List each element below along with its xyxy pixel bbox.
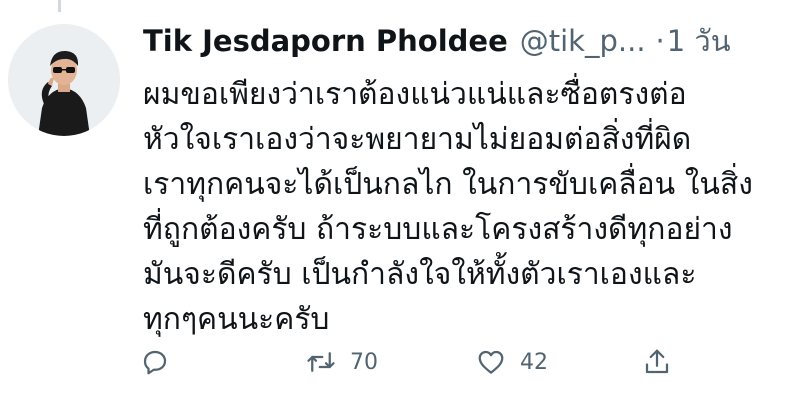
like-count: 42 bbox=[520, 349, 548, 375]
share-icon bbox=[642, 347, 672, 377]
tweet-text-line: มันจะดีครับ เป็นกำลังใจให้ทั้งตัวเราเองแ… bbox=[143, 257, 697, 292]
tweet-text-line: เราทุกคนจะได้เป็นกลไก ในการขับเคลื่อน ใน… bbox=[143, 167, 753, 202]
author-display-name[interactable]: Tik Jesdaporn Pholdee bbox=[143, 24, 508, 58]
retweet-button[interactable]: 70 bbox=[306, 340, 378, 384]
tweet-actions-bar: 70 42 bbox=[130, 340, 690, 384]
tweet-timestamp[interactable]: 1 วัน bbox=[667, 18, 731, 64]
tweet-text-line: ทุกๆคนนะครับ bbox=[143, 302, 330, 337]
tweet-text-line: ผมขอเพียงว่าเราต้องแน่วแน่และซื่อตรงต่อ bbox=[143, 77, 687, 112]
tweet[interactable]: Tik Jesdaporn Pholdee @tik_p... · 1 วัน … bbox=[0, 0, 800, 400]
retweet-count: 70 bbox=[350, 349, 378, 375]
avatar[interactable] bbox=[8, 24, 120, 136]
reply-icon bbox=[140, 347, 170, 377]
retweet-icon bbox=[306, 347, 336, 377]
tweet-text: ผมขอเพียงว่าเราต้องแน่วแน่และซื่อตรงต่อ … bbox=[143, 72, 793, 342]
like-button[interactable]: 42 bbox=[476, 340, 548, 384]
tweet-text-line: ที่ถูกต้องครับ ถ้าระบบและโครงสร้างดีทุกอ… bbox=[143, 212, 733, 247]
tweet-header: Tik Jesdaporn Pholdee @tik_p... · 1 วัน bbox=[143, 18, 793, 62]
separator-dot: · bbox=[655, 24, 665, 58]
share-button[interactable] bbox=[642, 340, 672, 384]
author-handle[interactable]: @tik_p... bbox=[520, 24, 646, 58]
heart-icon bbox=[476, 347, 506, 377]
tweet-content: Tik Jesdaporn Pholdee @tik_p... · 1 วัน … bbox=[143, 18, 793, 342]
profile-photo-icon bbox=[8, 24, 120, 136]
thread-connector-line bbox=[58, 0, 61, 12]
tweet-text-line: หัวใจเราเองว่าจะพยายามไม่ยอมต่อสิ่งที่ผิ… bbox=[143, 122, 692, 157]
reply-button[interactable] bbox=[140, 340, 170, 384]
